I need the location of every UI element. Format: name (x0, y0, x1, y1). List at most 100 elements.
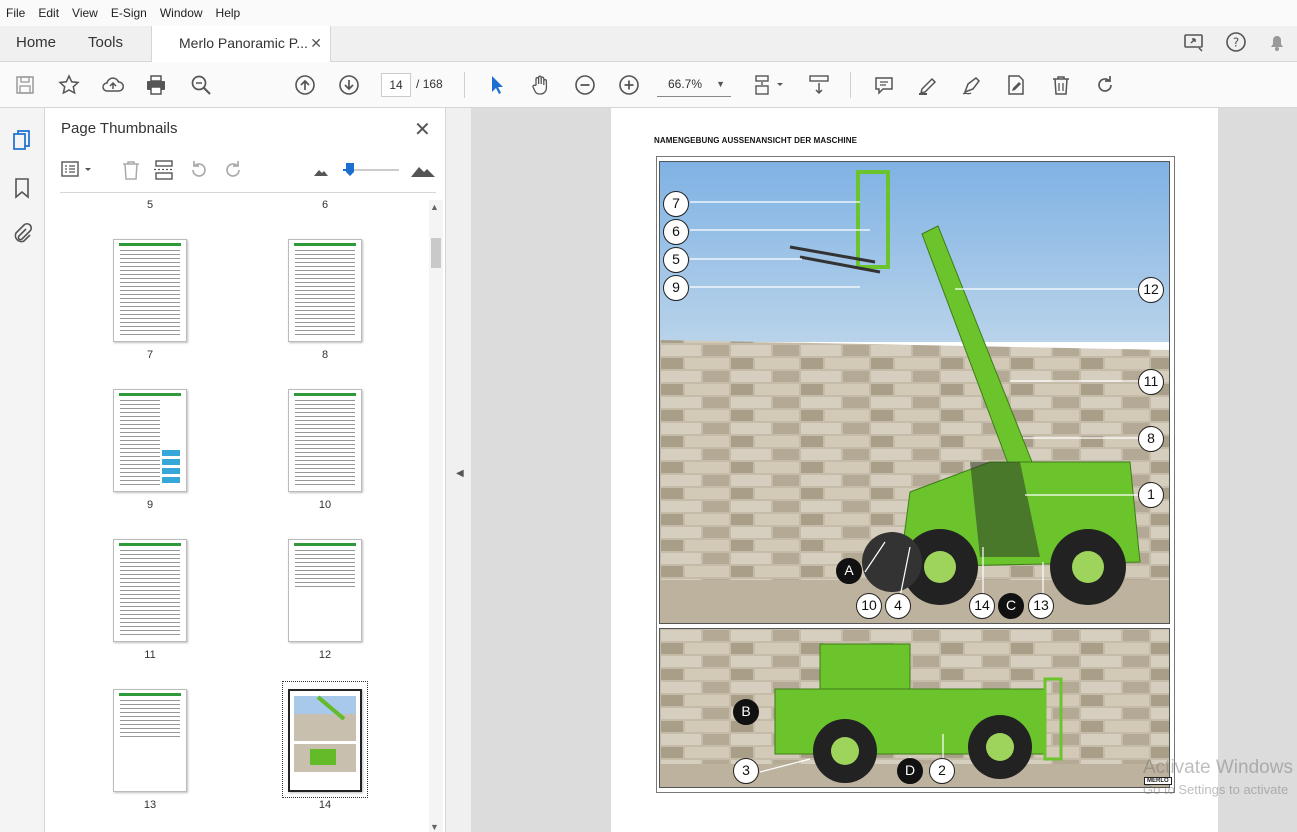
thumbnail-label-11: 11 (144, 649, 156, 661)
page-number-input[interactable]: 14 (381, 73, 411, 97)
share-screen-icon[interactable] (1182, 30, 1208, 56)
scroll-down-arrow-icon[interactable]: ▼ (430, 822, 439, 832)
callout-5: 5 (663, 247, 689, 273)
thumbnail-label-9: 9 (146, 499, 154, 511)
thumbnail-label-6: 6 (321, 199, 329, 211)
thumbnail-scrollbar[interactable]: ▲ ▼ (429, 200, 443, 832)
thumbnail-label-12: 12 (318, 649, 332, 661)
thumbnail-page-10[interactable] (288, 389, 362, 492)
menu-edit[interactable]: Edit (38, 6, 59, 20)
collapse-panel-arrow-icon[interactable]: ◀ (456, 468, 464, 479)
thumbnail-page-14[interactable] (288, 689, 362, 792)
notification-bell-icon[interactable] (1265, 30, 1291, 56)
callout-C: C (998, 593, 1024, 619)
thumb-machine (310, 749, 336, 765)
callout-7: 7 (663, 191, 689, 217)
delete-page-icon[interactable] (119, 158, 143, 182)
rotate-clockwise-icon[interactable] (221, 158, 245, 182)
fill-sign-icon[interactable] (1003, 72, 1029, 98)
menu-window[interactable]: Window (160, 6, 203, 20)
menu-esign[interactable]: E-Sign (111, 6, 147, 20)
print-icon[interactable] (143, 72, 169, 98)
save-icon[interactable] (12, 72, 38, 98)
thumb-text-lines (295, 250, 355, 336)
zoom-level-dropdown[interactable]: 66.7% ▼ (657, 73, 731, 97)
thumbnail-page-13[interactable] (113, 689, 187, 792)
highlight-pen-icon[interactable] (915, 72, 941, 98)
callout-D: D (897, 758, 923, 784)
thumb-header-bar (119, 243, 181, 246)
rotate-icon[interactable] (1092, 72, 1118, 98)
small-thumbnail-mountain-icon[interactable] (309, 158, 333, 182)
callout-3: 3 (733, 758, 759, 784)
thumb-header-bar (119, 393, 181, 396)
select-cursor-icon[interactable] (484, 72, 510, 98)
zoom-search-icon[interactable] (188, 72, 214, 98)
page-fit-icon[interactable] (750, 72, 786, 98)
page-thumbnails-panel: Page Thumbnails ✕ ▲ ▼ (45, 108, 446, 832)
thumbnail-page-12[interactable] (288, 539, 362, 642)
total-pages: 168 (422, 77, 443, 91)
thumbnail-page-11[interactable] (113, 539, 187, 642)
menu-help[interactable]: Help (216, 6, 241, 20)
zoom-level-value: 66.7% (668, 77, 703, 91)
close-panel-icon[interactable]: ✕ (414, 117, 431, 142)
draw-sign-icon[interactable] (959, 72, 985, 98)
menu-file[interactable]: File (6, 6, 25, 20)
scroll-up-arrow-icon[interactable]: ▲ (430, 202, 439, 212)
page-count: / 168 (416, 77, 443, 91)
close-tab-icon[interactable]: ✕ (310, 26, 322, 61)
insert-page-icon[interactable] (152, 158, 176, 182)
callout-10: 10 (856, 593, 882, 619)
tab-tools[interactable]: Tools (88, 26, 123, 61)
thumb-text-lines (120, 550, 180, 636)
tab-document[interactable]: Merlo Panoramic P... ✕ (151, 26, 331, 63)
document-tab-title: Merlo Panoramic P... (179, 35, 308, 51)
thumbnail-size-slider[interactable] (335, 158, 405, 182)
panel-title: Page Thumbnails (61, 120, 178, 137)
callout-B: B (733, 699, 759, 725)
menu-view[interactable]: View (72, 6, 98, 20)
bookmark-icon[interactable] (10, 176, 34, 200)
thumb-header-bar (294, 393, 356, 396)
svg-text:?: ? (1233, 36, 1239, 50)
callout-1: 1 (1138, 482, 1164, 508)
callout-8: 8 (1138, 426, 1164, 452)
scrollbar-thumb[interactable] (431, 238, 441, 268)
document-viewport[interactable]: NAMENGEBUNG AUSSENANSICHT DER MASCHINE 7… (471, 108, 1297, 832)
tab-home[interactable]: Home (16, 26, 56, 61)
chevron-down-icon: ▼ (716, 79, 725, 89)
rotate-counterclockwise-icon[interactable] (187, 158, 211, 182)
page-thumbnails-icon[interactable] (10, 128, 34, 152)
tab-bar: Home Tools Merlo Panoramic P... ✕ ? (0, 26, 1297, 63)
attachment-paperclip-icon[interactable] (10, 222, 34, 246)
thumb-text-lines (120, 400, 160, 486)
hand-tool-icon[interactable] (528, 72, 554, 98)
thumbnail-page-9[interactable] (113, 389, 187, 492)
previous-page-icon[interactable] (292, 72, 318, 98)
thumb-blue-icons (162, 450, 180, 484)
thumb-header-bar (294, 543, 356, 546)
thumbnail-label-10: 10 (318, 499, 332, 511)
thumbnail-page-7[interactable] (113, 239, 187, 342)
zoom-in-icon[interactable] (616, 72, 642, 98)
activation-watermark: Activate Windows (1143, 757, 1293, 778)
delete-trash-icon[interactable] (1048, 72, 1074, 98)
callout-12: 12 (1138, 277, 1164, 303)
thumb-text-lines (120, 700, 180, 740)
zoom-out-icon[interactable] (572, 72, 598, 98)
large-thumbnail-mountain-icon[interactable] (409, 158, 437, 182)
main-toolbar: 14 / 168 66.7% ▼ (0, 62, 1297, 108)
thumbnail-options-icon[interactable] (60, 158, 96, 182)
comment-icon[interactable] (871, 72, 897, 98)
bookmark-star-icon[interactable] (56, 72, 82, 98)
next-page-icon[interactable] (336, 72, 362, 98)
toolbar-divider (464, 72, 465, 98)
upload-cloud-icon[interactable] (100, 72, 126, 98)
thumbnail-page-8[interactable] (288, 239, 362, 342)
scroll-mode-icon[interactable] (806, 72, 832, 98)
callout-9: 9 (663, 275, 689, 301)
help-icon[interactable]: ? (1224, 30, 1250, 56)
callout-A: A (836, 558, 862, 584)
page-heading: NAMENGEBUNG AUSSENANSICHT DER MASCHINE (654, 136, 858, 145)
